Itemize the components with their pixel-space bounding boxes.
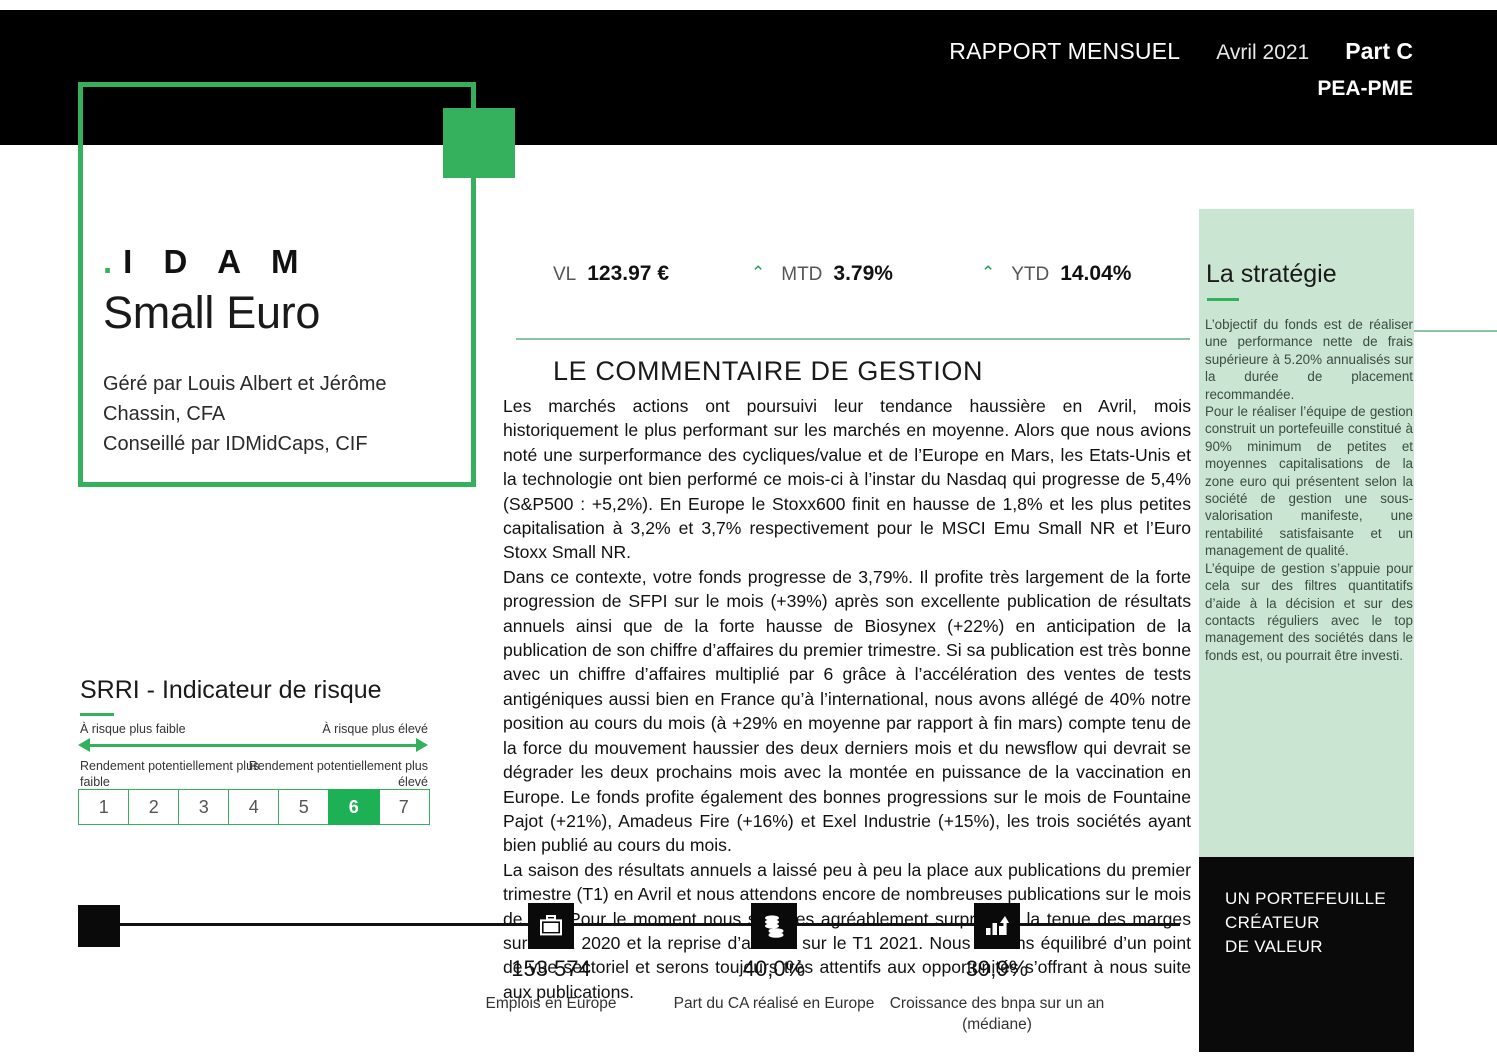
timeline-stat-growth: 39,9% Croissance des bnpa sur un an (méd… xyxy=(877,956,1117,1035)
fund-managers: Géré par Louis Albert et Jérôme Chassin,… xyxy=(103,369,433,459)
logo-block: .I D A M Small Euro Géré par Louis Alber… xyxy=(103,243,463,459)
strategy-side-rule xyxy=(1414,330,1497,332)
srri-arrow-line xyxy=(88,744,418,747)
metric-vl: VL 123.97 € xyxy=(553,262,669,286)
strategy-title-underline xyxy=(1207,298,1239,301)
commentary-paragraph: Dans ce contexte, votre fonds progresse … xyxy=(503,566,1191,856)
metric-ytd: ⌃ YTD 14.04% xyxy=(981,262,1131,286)
srri-title: SRRI - Indicateur de risque xyxy=(80,676,382,704)
arrow-right-icon xyxy=(416,738,428,752)
report-label: RAPPORT MENSUEL xyxy=(949,38,1181,64)
srri-cell-7[interactable]: 7 xyxy=(378,789,430,825)
logo-letters: I D A M xyxy=(123,243,310,280)
advisor-line: Conseillé par IDMidCaps, CIF xyxy=(103,433,368,455)
commentary-body: Les marchés actions ont poursuivi leur t… xyxy=(503,394,1191,1004)
bar-chart-growth-icon xyxy=(984,914,1010,938)
stat-value: 153 574 xyxy=(511,956,591,981)
coins-stack-icon xyxy=(761,914,787,939)
managers-line: Géré par Louis Albert et Jérôme Chassin,… xyxy=(103,373,387,425)
value-line: CRÉATEUR xyxy=(1225,913,1320,932)
metric-ytd-label: YTD xyxy=(1011,264,1050,285)
timeline-stat-employment: 153 574 Emplois en Europe xyxy=(431,956,671,1014)
timeline-stat-revenue: 40,0% Part du CA réalisé en Europe xyxy=(654,956,894,1014)
srri-cell-6-active[interactable]: 6 xyxy=(328,789,380,825)
green-accent-square xyxy=(443,108,515,178)
srri-cell-3[interactable]: 3 xyxy=(178,789,230,825)
srri-cell-1[interactable]: 1 xyxy=(78,789,130,825)
fund-name: Small Euro xyxy=(103,287,321,338)
stat-label: Croissance des bnpa sur un an (médiane) xyxy=(889,995,1105,1033)
srri-cell-4[interactable]: 4 xyxy=(228,789,280,825)
value-line: DE VALEUR xyxy=(1225,937,1323,956)
timeline-node-revenue xyxy=(751,903,797,949)
metric-mtd-label: MTD xyxy=(781,264,823,285)
strategy-paragraph: L’équipe de gestion s’appuie pour cela s… xyxy=(1205,560,1413,663)
stat-label: Part du CA réalisé en Europe xyxy=(673,995,875,1012)
srri-return-low: Rendement potentiellement plus faible xyxy=(80,759,260,789)
srri-cell-5[interactable]: 5 xyxy=(278,789,330,825)
share-class-label: Part C xyxy=(1345,38,1413,64)
up-arrow-icon: ⌃ xyxy=(751,263,766,282)
metric-vl-label: VL xyxy=(553,264,577,285)
srri-scale: 1 2 3 4 5 6 7 xyxy=(78,789,430,825)
srri-return-high: Rendement potentiellement plus élevé xyxy=(248,759,428,789)
logo-dot: . xyxy=(103,243,124,280)
strategy-paragraph: L’objectif du fonds est de réaliser une … xyxy=(1205,317,1413,402)
commentary-title: LE COMMENTAIRE DE GESTION xyxy=(553,356,984,386)
srri-label-high-risk: À risque plus élevé xyxy=(322,722,428,736)
metric-ytd-value: 14.04% xyxy=(1060,262,1132,285)
strategy-body: L’objectif du fonds est de réaliser une … xyxy=(1205,316,1413,664)
monthly-report-page: RAPPORT MENSUEL Avril 2021 Part C PEA-PM… xyxy=(0,0,1497,1058)
value-line: UN PORTEFEUILLE xyxy=(1225,889,1387,908)
strategy-paragraph: Pour le réaliser l’équipe de gestion con… xyxy=(1205,404,1413,559)
timeline-start-marker xyxy=(78,905,120,947)
report-period: Avril 2021 xyxy=(1216,41,1310,64)
commentary-paragraph: Les marchés actions ont poursuivi leur t… xyxy=(503,396,1191,563)
timeline-node-employment xyxy=(528,903,574,949)
performance-metrics: VL 123.97 € ⌃ MTD 3.79% ⌃ YTD 14.04% xyxy=(553,262,1131,286)
stat-value: 40,0% xyxy=(742,956,806,981)
srri-title-underline xyxy=(80,713,114,716)
timeline-node-growth xyxy=(974,903,1020,949)
srri-risk-arrow xyxy=(78,738,428,754)
scheme-label: PEA-PME xyxy=(1317,77,1413,100)
srri-label-low-risk: À risque plus faible xyxy=(80,722,186,736)
stat-value: 39,9% xyxy=(965,956,1029,981)
header-meta: RAPPORT MENSUEL Avril 2021 Part C PEA-PM… xyxy=(949,38,1413,101)
srri-cell-2[interactable]: 2 xyxy=(128,789,180,825)
strategy-title: La stratégie xyxy=(1206,260,1337,288)
briefcase-icon xyxy=(538,914,564,938)
commentary-divider xyxy=(516,338,1190,340)
metric-vl-value: 123.97 € xyxy=(587,262,669,285)
header-top-row: RAPPORT MENSUEL Avril 2021 Part C xyxy=(949,38,1413,65)
stat-label: Emplois en Europe xyxy=(485,995,617,1012)
value-proposition-text: UN PORTEFEUILLE CRÉATEUR DE VALEUR xyxy=(1225,887,1405,959)
metric-mtd-value: 3.79% xyxy=(833,262,893,285)
metric-mtd: ⌃ MTD 3.79% xyxy=(751,262,893,286)
up-arrow-icon: ⌃ xyxy=(980,263,996,282)
idam-wordmark: .I D A M xyxy=(103,243,463,281)
